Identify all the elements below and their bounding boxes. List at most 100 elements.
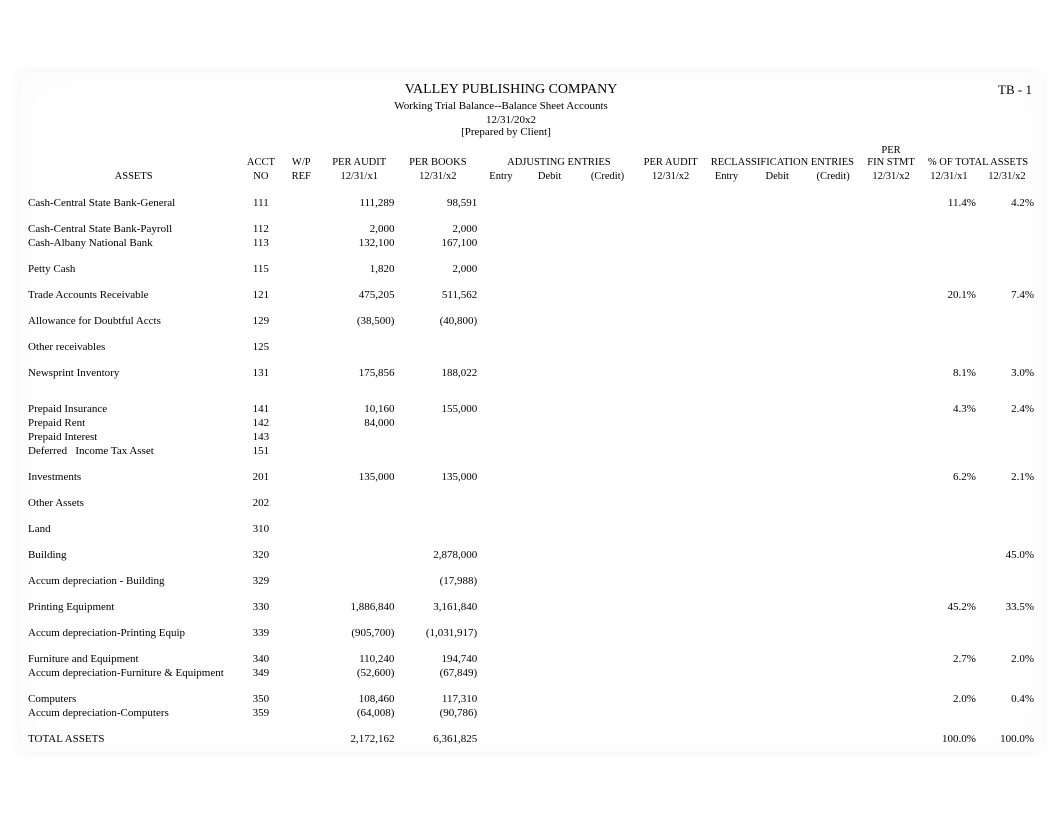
spacer-row bbox=[26, 380, 1036, 402]
col-acct-top: ACCT bbox=[241, 156, 280, 168]
pct-x2: 100.0% bbox=[978, 732, 1036, 746]
per-audit-x1: 110,240 bbox=[322, 652, 397, 666]
per-audit-x2 bbox=[639, 652, 703, 666]
per-audit-x1: 175,856 bbox=[322, 366, 397, 380]
pct-x2 bbox=[978, 314, 1036, 328]
per-audit-x1 bbox=[322, 496, 397, 510]
adj-entry bbox=[479, 470, 522, 484]
account-name: Prepaid Insurance bbox=[26, 402, 241, 416]
adj-credit bbox=[576, 366, 638, 380]
table-row: Land310 bbox=[26, 522, 1036, 536]
table-row: Computers350108,460117,3102.0%0.4% bbox=[26, 692, 1036, 706]
col-assets: ASSETS bbox=[26, 168, 241, 182]
adj-credit bbox=[576, 340, 638, 354]
per-audit-x2 bbox=[639, 196, 703, 210]
recl-entry bbox=[703, 574, 751, 588]
col-pct-total-assets: % OF TOTAL ASSETS bbox=[920, 156, 1036, 168]
wp-ref bbox=[281, 470, 322, 484]
pct-x1: 45.2% bbox=[920, 600, 978, 614]
account-name: Accum depreciation-Computers bbox=[26, 706, 241, 720]
recl-entry bbox=[703, 416, 751, 430]
col-per-fin-stmt-mid: FIN STMT bbox=[862, 156, 920, 168]
spacer-row bbox=[26, 640, 1036, 652]
pct-x1 bbox=[920, 666, 978, 680]
per-audit-x2 bbox=[639, 402, 703, 416]
adj-debit bbox=[523, 706, 577, 720]
acct-no: 340 bbox=[241, 652, 280, 666]
per-books-x2: 194,740 bbox=[396, 652, 479, 666]
adj-debit bbox=[523, 444, 577, 458]
recl-debit bbox=[750, 496, 804, 510]
pct-x2: 2.0% bbox=[978, 652, 1036, 666]
per-audit-x1 bbox=[322, 340, 397, 354]
account-name: Newsprint Inventory bbox=[26, 366, 241, 380]
spacer-row bbox=[26, 250, 1036, 262]
recl-entry bbox=[703, 366, 751, 380]
per-books-x2: (90,786) bbox=[396, 706, 479, 720]
table-row: Accum depreciation - Building329(17,988) bbox=[26, 574, 1036, 588]
per-fin-stmt bbox=[862, 548, 920, 562]
adj-credit bbox=[576, 196, 638, 210]
per-audit-x1 bbox=[322, 548, 397, 562]
wp-ref bbox=[281, 366, 322, 380]
recl-debit bbox=[750, 430, 804, 444]
pct-x2 bbox=[978, 706, 1036, 720]
recl-debit bbox=[750, 666, 804, 680]
recl-debit bbox=[750, 626, 804, 640]
per-audit-x2 bbox=[639, 706, 703, 720]
adj-credit bbox=[576, 222, 638, 236]
adj-credit bbox=[576, 626, 638, 640]
table-row: Building3202,878,00045.0% bbox=[26, 548, 1036, 562]
per-audit-x1: 475,205 bbox=[322, 288, 397, 302]
recl-credit bbox=[804, 574, 862, 588]
per-books-x2: 6,361,825 bbox=[396, 732, 479, 746]
adj-debit bbox=[523, 314, 577, 328]
account-name: Deferred Income Tax Asset bbox=[26, 444, 241, 458]
per-books-x2: 3,161,840 bbox=[396, 600, 479, 614]
adj-entry bbox=[479, 626, 522, 640]
adj-debit bbox=[523, 340, 577, 354]
adj-entry bbox=[479, 600, 522, 614]
per-fin-stmt bbox=[862, 366, 920, 380]
account-name: Prepaid Rent bbox=[26, 416, 241, 430]
per-fin-stmt bbox=[862, 470, 920, 484]
spacer-row bbox=[26, 302, 1036, 314]
account-name: Furniture and Equipment bbox=[26, 652, 241, 666]
adj-entry bbox=[479, 444, 522, 458]
recl-credit bbox=[804, 444, 862, 458]
per-books-x2 bbox=[396, 496, 479, 510]
recl-debit bbox=[750, 314, 804, 328]
account-name: Land bbox=[26, 522, 241, 536]
per-audit-x1: (38,500) bbox=[322, 314, 397, 328]
pct-x1 bbox=[920, 236, 978, 250]
pct-x1 bbox=[920, 430, 978, 444]
recl-debit bbox=[750, 222, 804, 236]
table-row: Prepaid Insurance14110,160155,0004.3%2.4… bbox=[26, 402, 1036, 416]
adj-debit bbox=[523, 522, 577, 536]
per-audit-x1 bbox=[322, 522, 397, 536]
account-name: Allowance for Doubtful Accts bbox=[26, 314, 241, 328]
per-audit-x1: 2,172,162 bbox=[322, 732, 397, 746]
table-row: Petty Cash1151,8202,000 bbox=[26, 262, 1036, 276]
adj-debit bbox=[523, 416, 577, 430]
per-books-x2: 2,000 bbox=[396, 222, 479, 236]
table-row: Cash-Albany National Bank113132,100167,1… bbox=[26, 236, 1036, 250]
adj-entry bbox=[479, 222, 522, 236]
recl-credit bbox=[804, 522, 862, 536]
per-books-x2: (40,800) bbox=[396, 314, 479, 328]
pct-x2 bbox=[978, 222, 1036, 236]
adj-entry bbox=[479, 692, 522, 706]
per-audit-x2 bbox=[639, 262, 703, 276]
wp-ref bbox=[281, 522, 322, 536]
per-audit-x2 bbox=[639, 626, 703, 640]
table-body: Cash-Central State Bank-General111111,28… bbox=[26, 182, 1036, 746]
recl-credit bbox=[804, 496, 862, 510]
pct-x2: 7.4% bbox=[978, 288, 1036, 302]
adj-debit bbox=[523, 236, 577, 250]
table-header: PER ACCT W/P PER AUDIT PER BOOKS ADJUSTI… bbox=[26, 144, 1036, 182]
spacer-row bbox=[26, 536, 1036, 548]
recl-debit bbox=[750, 652, 804, 666]
per-fin-stmt bbox=[862, 402, 920, 416]
acct-no: 201 bbox=[241, 470, 280, 484]
recl-credit bbox=[804, 340, 862, 354]
